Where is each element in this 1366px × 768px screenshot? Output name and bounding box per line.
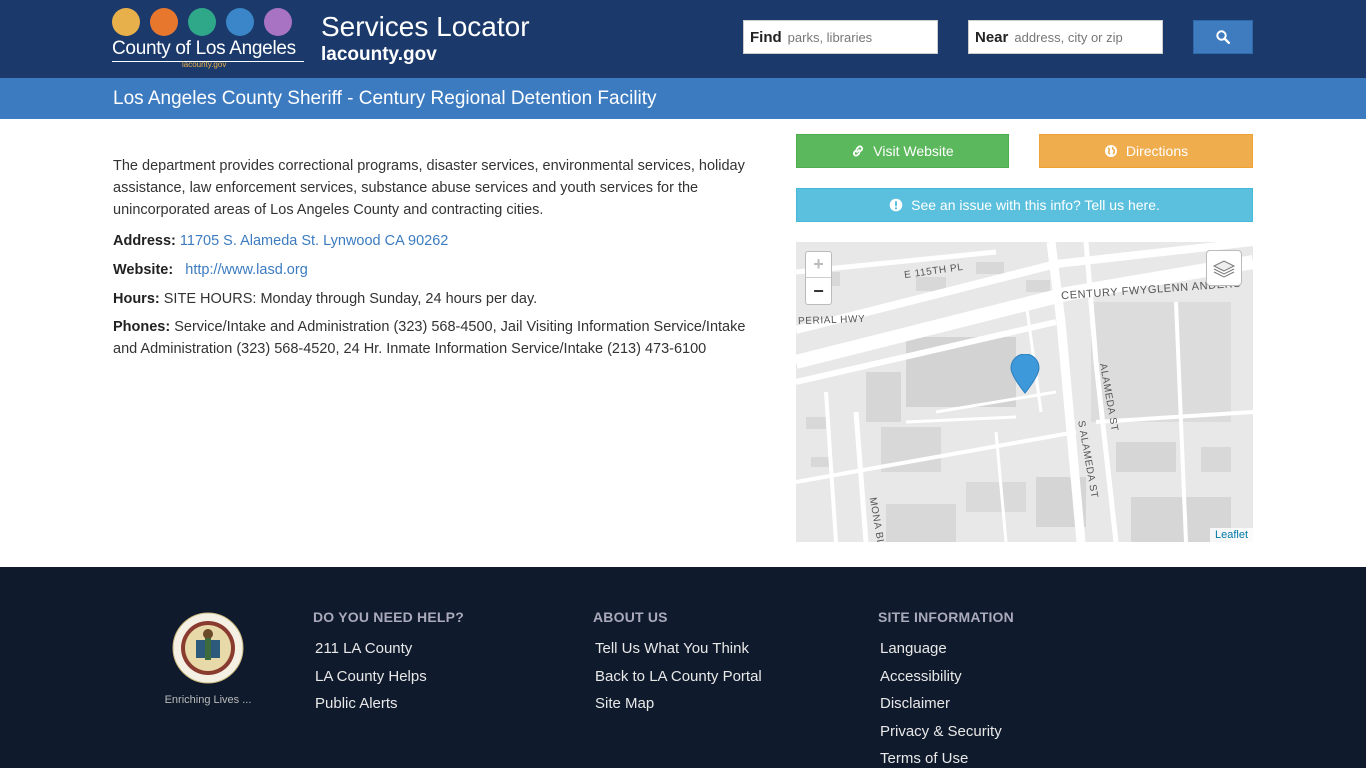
find-field: Find	[743, 20, 938, 54]
search-icon	[1216, 30, 1230, 44]
address-row: Address: 11705 S. Alameda St. Lynwood CA…	[113, 230, 773, 252]
footer-link-site-map[interactable]: Site Map	[593, 690, 762, 718]
page-title: Los Angeles County Sheriff - Century Reg…	[113, 88, 657, 109]
footer-heading: ABOUT US	[593, 609, 668, 625]
logo-subtext: lacounty.gov	[182, 60, 227, 69]
near-label: Near	[975, 28, 1009, 46]
logo-circle-icon	[264, 8, 292, 36]
logo-circle-icon	[112, 8, 140, 36]
logo-circle-icon	[150, 8, 178, 36]
phones-row: Phones: Service/Intake and Administratio…	[113, 316, 773, 360]
county-seal-icon	[172, 612, 244, 684]
county-logo[interactable]: County of Los Angeles lacounty.gov	[112, 8, 304, 69]
footer-link-accessibility[interactable]: Accessibility	[878, 663, 1014, 691]
footer-heading: SITE INFORMATION	[878, 609, 1014, 625]
map-label-imperial: PERIAL HWY	[797, 313, 866, 328]
phones-label: Phones:	[113, 319, 171, 335]
site-title: Services Locator	[321, 11, 530, 42]
hours-value: SITE HOURS: Monday through Sunday, 24 ho…	[163, 291, 538, 307]
footer-link-la-county-helps[interactable]: LA County Helps	[313, 663, 464, 691]
directions-button[interactable]: Directions	[1039, 134, 1253, 168]
footer-link-portal[interactable]: Back to LA County Portal	[593, 663, 762, 691]
logo-icons	[112, 8, 304, 36]
search-button[interactable]	[1193, 20, 1253, 54]
exclamation-circle-icon	[889, 198, 903, 212]
globe-icon	[1104, 145, 1117, 157]
footer-link-211[interactable]: 211 LA County	[313, 635, 464, 663]
footer-link-feedback[interactable]: Tell Us What You Think	[593, 635, 762, 663]
service-description: The department provides correctional pro…	[113, 158, 745, 218]
directions-label: Directions	[1125, 143, 1189, 159]
website-row: Website: http://www.lasd.org	[113, 259, 773, 281]
hours-label: Hours:	[113, 291, 160, 307]
map-attribution[interactable]: Leaflet	[1209, 528, 1253, 542]
website-link[interactable]: http://www.lasd.org	[185, 262, 308, 278]
footer-column-help: DO YOU NEED HELP? 211 LA County LA Count…	[313, 608, 464, 718]
visit-website-button[interactable]: Visit Website	[796, 134, 1009, 168]
zoom-out-button[interactable]: −	[806, 278, 831, 304]
footer-column-site-info: SITE INFORMATION Language Accessibility …	[878, 608, 1014, 768]
find-input[interactable]	[787, 29, 918, 45]
title-bar: Los Angeles County Sheriff - Century Reg…	[0, 78, 1366, 119]
phones-value: Service/Intake and Administration (323) …	[113, 319, 746, 357]
address-label: Address:	[113, 233, 176, 249]
visit-website-label: Visit Website	[873, 143, 954, 159]
footer-link-language[interactable]: Language	[878, 635, 1014, 663]
site-footer: Enriching Lives ... DO YOU NEED HELP? 21…	[0, 567, 1366, 768]
footer-column-about: ABOUT US Tell Us What You Think Back to …	[593, 608, 762, 718]
layers-icon	[1212, 260, 1236, 278]
site-subtitle: lacounty.gov	[321, 44, 437, 65]
link-icon	[853, 145, 864, 157]
logo-circle-icon	[188, 8, 216, 36]
location-marker-icon[interactable]	[1010, 354, 1040, 394]
near-input[interactable]	[1014, 29, 1155, 45]
report-issue-button[interactable]: See an issue with this info? Tell us her…	[796, 188, 1253, 222]
near-field: Near	[968, 20, 1163, 54]
footer-link-disclaimer[interactable]: Disclaimer	[878, 690, 1014, 718]
site-header: County of Los Angeles lacounty.gov Servi…	[0, 0, 1366, 78]
hours-row: Hours: SITE HOURS: Monday through Sunday…	[113, 288, 773, 310]
website-label: Website:	[113, 262, 174, 278]
logo-text: County of Los Angeles	[112, 38, 304, 62]
layers-button[interactable]	[1206, 250, 1242, 286]
report-issue-label: See an issue with this info? Tell us her…	[911, 197, 1160, 213]
find-label: Find	[750, 28, 782, 46]
footer-tagline: Enriching Lives ...	[164, 694, 252, 706]
footer-link-public-alerts[interactable]: Public Alerts	[313, 690, 464, 718]
location-map[interactable]: E 115TH PL CENTURY FWYGLENN ANDERS PERIA…	[796, 242, 1253, 542]
footer-link-privacy[interactable]: Privacy & Security	[878, 718, 1014, 746]
logo-circle-icon	[226, 8, 254, 36]
footer-link-terms[interactable]: Terms of Use	[878, 745, 1014, 768]
footer-heading: DO YOU NEED HELP?	[313, 609, 464, 625]
zoom-control: + −	[805, 251, 832, 305]
zoom-in-button[interactable]: +	[806, 252, 831, 278]
address-link[interactable]: 11705 S. Alameda St. Lynwood CA 90262	[180, 233, 448, 249]
